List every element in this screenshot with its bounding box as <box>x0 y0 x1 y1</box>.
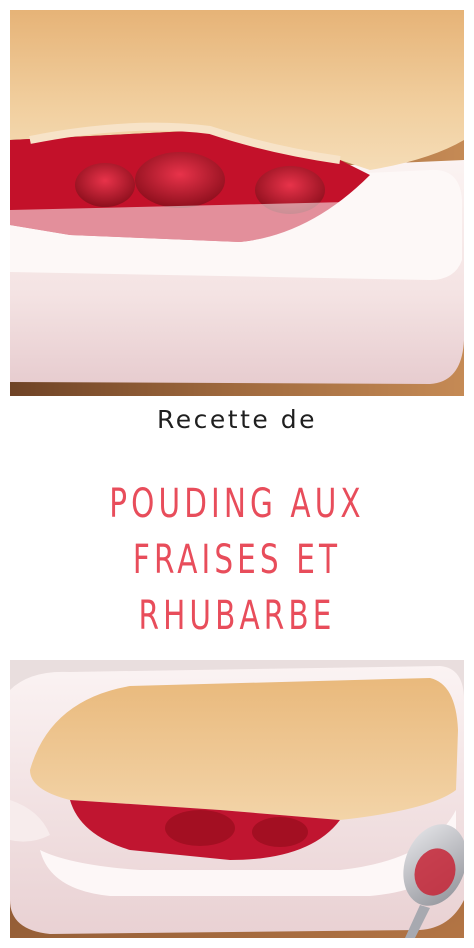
recipe-subtitle: Recette de <box>157 405 317 434</box>
title-line-3: RHUBARBE <box>138 593 336 640</box>
dessert-photo-top <box>10 10 464 396</box>
recipe-title: POUDING AUX FRAISES ET RHUBARBE <box>0 476 474 644</box>
title-line-2: FRAISES ET <box>132 537 342 584</box>
dessert-photo-bottom <box>10 660 464 938</box>
title-line-1: POUDING AUX <box>109 481 365 528</box>
